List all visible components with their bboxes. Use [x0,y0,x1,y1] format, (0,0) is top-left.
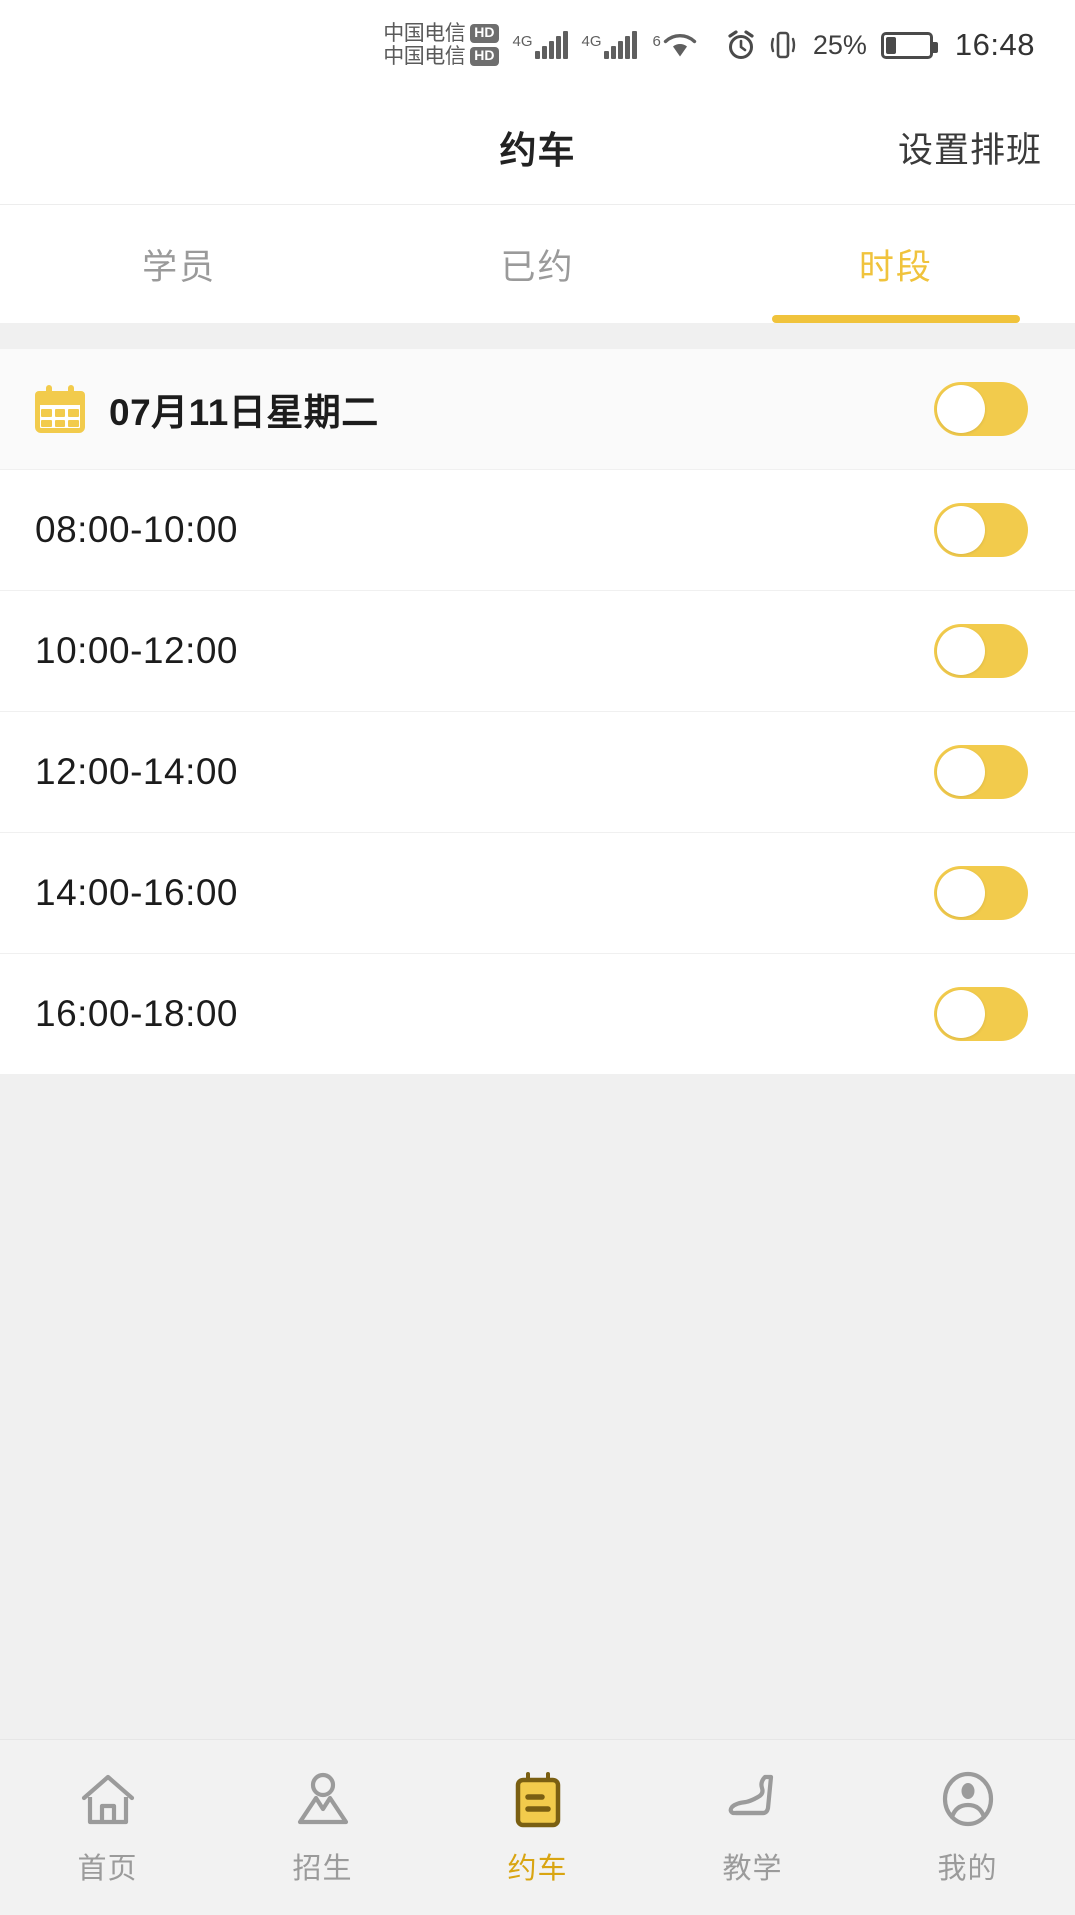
tab-timeslots[interactable]: 时段 [717,205,1075,323]
nav-label-booking: 约车 [507,1852,568,1885]
vibrate-icon [769,29,797,61]
timeslot-label: 12:00-14:00 [35,751,239,792]
empty-area [0,1074,1075,1739]
timeslot-toggle[interactable] [934,624,1028,678]
clock-label: 16:48 [954,27,1035,62]
timeslot-label: 14:00-16:00 [35,872,239,913]
status-bar: 中国电信 HD 中国电信 HD 4G 4G 6 25% 16:48 [0,0,1075,90]
wifi-icon [663,31,697,59]
wifi-group: 6 [653,31,697,59]
date-label: 07月11日星期二 [109,392,379,433]
timeslot-toggle-knob [937,506,985,554]
timeslot-toggle-knob [937,869,985,917]
hd-badge-sim1: HD [470,24,499,43]
carrier-row-sim2: 中国电信 HD [383,45,499,68]
home-icon [77,1769,139,1831]
date-toggle-knob [937,385,985,433]
hd-badge-sim2: HD [470,47,499,66]
signal-group-sim1: 4G [513,31,568,59]
tab-booked[interactable]: 已约 [358,205,716,323]
notepad-booking-icon [507,1769,569,1831]
timeslot-row[interactable]: 14:00-16:00 [0,832,1075,953]
signal-group-sim2: 4G [582,31,637,59]
network-type-label-2: 4G [581,33,602,50]
tab-bar: 学员 已约 时段 [0,205,1075,323]
carrier-name-sim1: 中国电信 [383,22,466,45]
carrier-block: 中国电信 HD 中国电信 HD [383,22,499,68]
nav-label-profile: 我的 [937,1852,998,1885]
carrier-row-sim1: 中国电信 HD [383,22,499,45]
timeslot-label: 08:00-10:00 [35,509,239,550]
timeslot-label: 10:00-12:00 [35,630,239,671]
person-enroll-icon [292,1769,354,1831]
wifi-generation-label: 6 [652,33,661,50]
phone-screen: 中国电信 HD 中国电信 HD 4G 4G 6 25% 16:48 约车 设置排… [0,0,1075,1915]
nav-label-teaching: 教学 [722,1852,783,1885]
timeslot-toggle[interactable] [934,503,1028,557]
bottom-navigation: 首页 招生 约车 教学 我的 [0,1739,1075,1915]
battery-percent-label: 25% [812,29,867,60]
timeslot-row[interactable]: 16:00-18:00 [0,953,1075,1074]
title-bar: 约车 设置排班 [0,90,1075,205]
set-schedule-button[interactable]: 设置排班 [898,122,1042,173]
alarm-clock-icon [725,29,757,61]
nav-item-enrollment[interactable]: 招生 [215,1740,430,1915]
tab-timeslots-underline [771,315,1020,323]
tab-timeslots-label: 时段 [858,247,933,287]
nav-label-enrollment: 招生 [292,1852,353,1885]
signal-bars-icon-2 [603,31,637,59]
signal-bars-icon-1 [534,31,568,59]
tab-students[interactable]: 学员 [0,205,358,323]
carrier-name-sim2: 中国电信 [383,45,466,68]
tab-students-label: 学员 [142,247,217,287]
timeslot-list: 07月11日星期二 08:00-10:00 10:00-12:00 12:00-… [0,349,1075,1074]
timeslot-row[interactable]: 08:00-10:00 [0,469,1075,590]
battery-icon [880,31,938,59]
date-row[interactable]: 07月11日星期二 [0,349,1075,469]
network-type-label-1: 4G [512,33,533,50]
nav-item-home[interactable]: 首页 [0,1740,215,1915]
nav-label-home: 首页 [77,1852,138,1885]
nav-item-profile[interactable]: 我的 [860,1740,1075,1915]
car-seat-icon [722,1769,784,1831]
section-divider [0,323,1075,349]
nav-item-booking[interactable]: 约车 [430,1740,645,1915]
profile-icon [937,1769,999,1831]
timeslot-toggle[interactable] [934,987,1028,1041]
timeslot-toggle[interactable] [934,745,1028,799]
nav-item-teaching[interactable]: 教学 [645,1740,860,1915]
timeslot-row[interactable]: 12:00-14:00 [0,711,1075,832]
timeslot-row[interactable]: 10:00-12:00 [0,590,1075,711]
timeslot-toggle-knob [937,990,985,1038]
timeslot-toggle-knob [937,627,985,675]
date-toggle[interactable] [934,382,1028,436]
timeslot-toggle[interactable] [934,866,1028,920]
calendar-icon [35,385,85,433]
timeslot-toggle-knob [937,748,985,796]
timeslot-label: 16:00-18:00 [35,993,239,1034]
tab-booked-label: 已约 [500,247,575,287]
